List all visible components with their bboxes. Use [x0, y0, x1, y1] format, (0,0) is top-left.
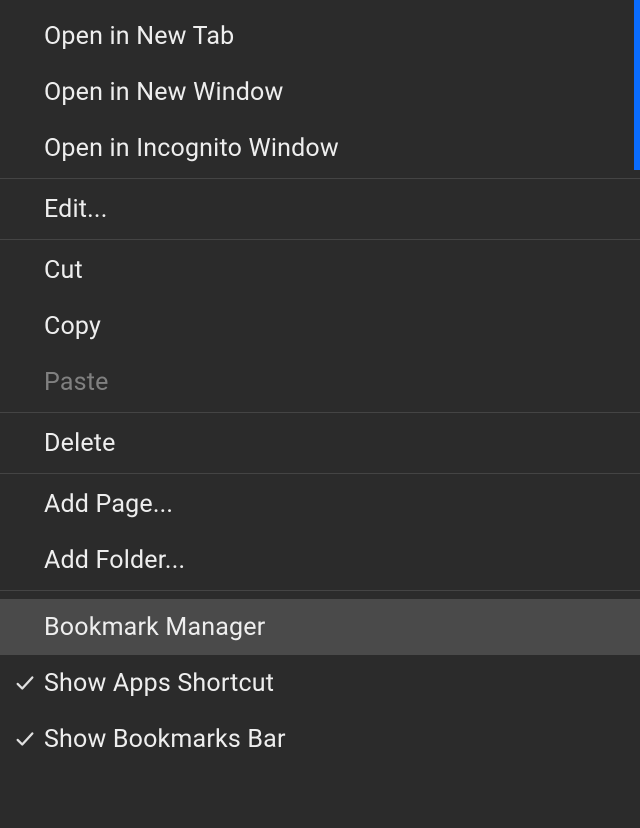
menu-item-open-in-incognito-window[interactable]: Open in Incognito Window [0, 120, 640, 176]
menu-label: Cut [44, 256, 83, 285]
menu-item-copy[interactable]: Copy [0, 298, 640, 354]
menu-item-bookmark-manager[interactable]: Bookmark Manager [0, 599, 640, 655]
menu-label: Open in New Window [44, 78, 283, 107]
menu-label: Edit... [44, 195, 108, 224]
menu-item-delete[interactable]: Delete [0, 415, 640, 471]
menu-item-open-in-new-tab[interactable]: Open in New Tab [0, 8, 640, 64]
menu-label: Paste [44, 368, 109, 397]
check-icon [14, 672, 44, 694]
menu-label: Show Bookmarks Bar [44, 725, 286, 754]
check-icon [14, 728, 44, 750]
menu-label: Bookmark Manager [44, 613, 265, 642]
menu-item-show-bookmarks-bar[interactable]: Show Bookmarks Bar [0, 711, 640, 767]
menu-item-paste: Paste [0, 354, 640, 410]
menu-separator [0, 239, 640, 240]
menu-separator [0, 473, 640, 474]
menu-item-open-in-new-window[interactable]: Open in New Window [0, 64, 640, 120]
menu-item-add-folder[interactable]: Add Folder... [0, 532, 640, 588]
menu-label: Open in New Tab [44, 22, 234, 51]
menu-label: Show Apps Shortcut [44, 669, 274, 698]
menu-label: Add Folder... [44, 546, 185, 575]
menu-label: Open in Incognito Window [44, 134, 339, 163]
menu-separator [0, 590, 640, 591]
menu-item-edit[interactable]: Edit... [0, 181, 640, 237]
menu-label: Copy [44, 312, 101, 341]
menu-label: Add Page... [44, 490, 173, 519]
context-menu: Open in New Tab Open in New Window Open … [0, 0, 640, 828]
menu-separator [0, 412, 640, 413]
menu-item-add-page[interactable]: Add Page... [0, 476, 640, 532]
menu-label: Delete [44, 429, 116, 458]
menu-item-show-apps-shortcut[interactable]: Show Apps Shortcut [0, 655, 640, 711]
menu-separator [0, 178, 640, 179]
menu-item-cut[interactable]: Cut [0, 242, 640, 298]
selection-accent [634, 0, 640, 170]
